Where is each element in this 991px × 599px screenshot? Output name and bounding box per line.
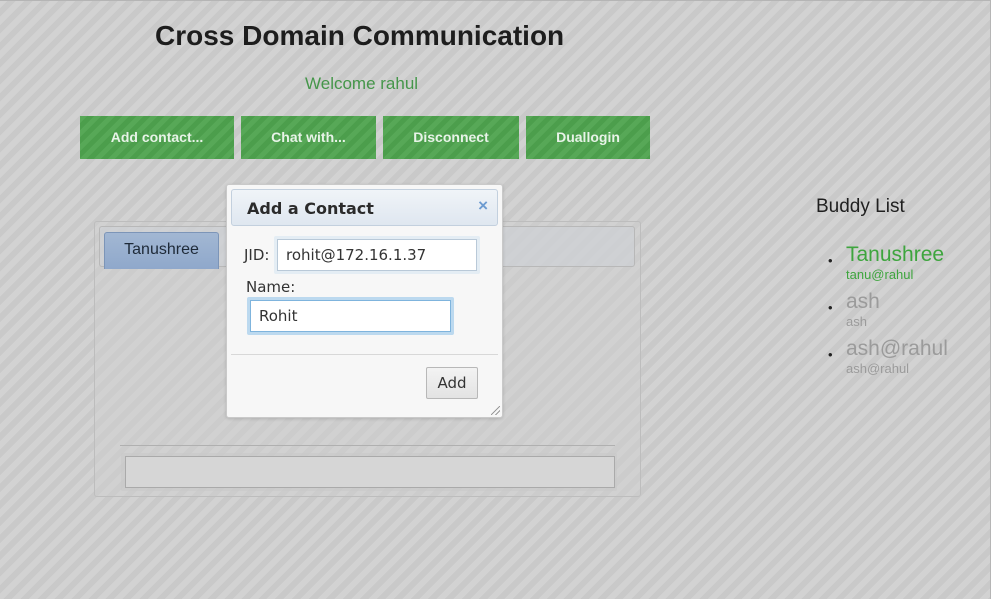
add-button[interactable]: Add (426, 367, 478, 399)
buddy-list: • Tanushree tanu@rahul • ash ash • ash@r… (828, 243, 948, 384)
chat-divider (120, 445, 615, 446)
page-title: Cross Domain Communication (155, 20, 565, 51)
close-icon[interactable]: × (478, 197, 488, 215)
buddy-jid: ash (846, 314, 867, 329)
buddy-jid: ash@rahul (846, 361, 910, 376)
duallogin-button[interactable]: Duallogin (526, 116, 650, 159)
welcome-message: Welcome rahul (305, 74, 419, 93)
chat-with-button[interactable]: Chat with... (241, 116, 376, 159)
jid-input[interactable] (277, 239, 477, 271)
name-label: Name: (246, 278, 296, 296)
name-field-container (247, 297, 454, 335)
buddy-name[interactable]: ash (846, 290, 948, 314)
buddy-item-ash[interactable]: • ash ash (828, 290, 948, 337)
chat-message-input[interactable] (125, 456, 615, 488)
buddy-name[interactable]: ash@rahul (846, 337, 948, 361)
resize-grip-icon[interactable] (491, 406, 500, 415)
bullet-icon: • (828, 300, 833, 315)
buddy-item-tanushree[interactable]: • Tanushree tanu@rahul (828, 243, 948, 290)
buddy-list-title: Buddy List (816, 196, 905, 217)
buddy-name[interactable]: Tanushree (846, 243, 948, 267)
buddy-item-ash-rahul[interactable]: • ash@rahul ash@rahul (828, 337, 948, 384)
dialog-titlebar[interactable]: Add a Contact × (231, 189, 498, 226)
name-input[interactable] (250, 300, 451, 332)
dialog-divider (231, 354, 498, 355)
add-contact-button[interactable]: Add contact... (80, 116, 234, 159)
bullet-icon: • (828, 253, 833, 268)
jid-label: JID: (244, 246, 270, 264)
bullet-icon: • (828, 347, 833, 362)
buddy-jid: tanu@rahul (846, 267, 914, 282)
add-contact-dialog: Add a Contact × JID: Name: Add (226, 184, 503, 418)
chat-input-container (121, 453, 617, 491)
disconnect-button[interactable]: Disconnect (383, 116, 519, 159)
dialog-title: Add a Contact (247, 199, 374, 218)
tab-tanushree[interactable]: Tanushree (104, 232, 219, 269)
jid-field-container (274, 236, 480, 274)
